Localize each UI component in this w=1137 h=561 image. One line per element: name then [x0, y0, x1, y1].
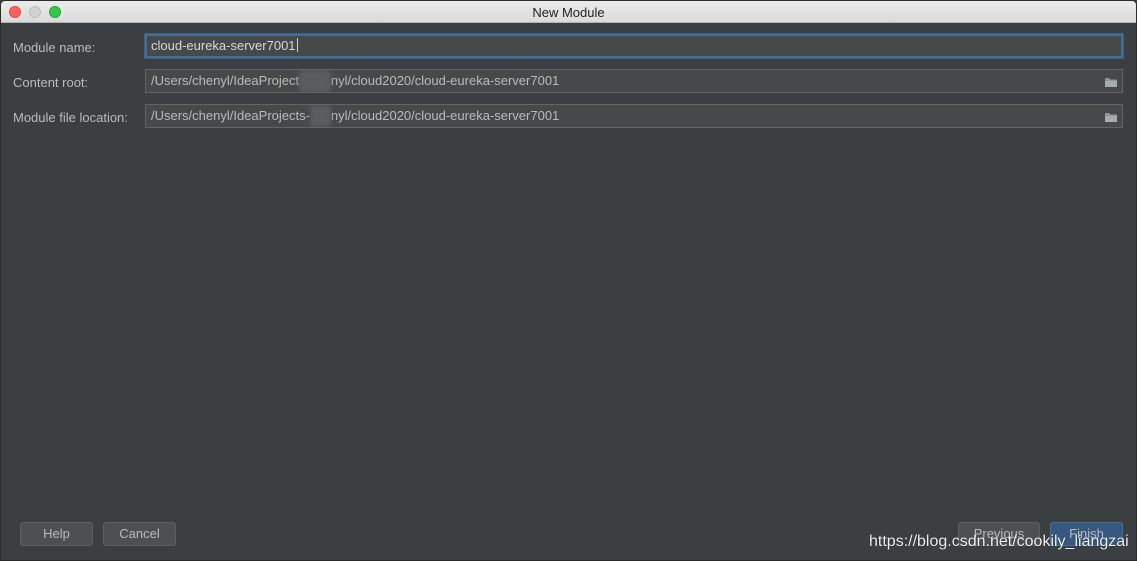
text-caret	[296, 38, 298, 52]
title-bar: New Module	[1, 1, 1136, 23]
help-button[interactable]: Help	[20, 522, 93, 546]
content-root-input[interactable]: /Users/chenyl/IdeaProjects-chenyl/cloud2…	[145, 69, 1123, 93]
content-root-label: Content root:	[13, 75, 89, 90]
module-file-location-value-suffix: nyl/cloud2020/cloud-eureka-server7001	[330, 108, 560, 123]
cancel-button[interactable]: Cancel	[103, 522, 176, 546]
new-module-dialog: New Module Module name: cloud-eureka-ser…	[0, 0, 1137, 561]
module-name-value: cloud-eureka-server7001	[151, 38, 296, 53]
module-file-location-value-prefix: /Users/chenyl/IdeaProjects-	[151, 108, 310, 123]
window-title: New Module	[532, 5, 605, 20]
module-file-location-label: Module file location:	[13, 110, 128, 125]
content-root-value-prefix: /Users/chenyl/IdeaProject	[151, 73, 300, 88]
content-root-redacted-text: s-che	[299, 70, 331, 92]
module-name-input[interactable]: cloud-eureka-server7001	[145, 34, 1123, 58]
content-root-value-suffix: nyl/cloud2020/cloud-eureka-server7001	[330, 73, 560, 88]
module-file-location-input[interactable]: /Users/chenyl/IdeaProjects-chenyl/cloud2…	[145, 104, 1123, 128]
module-name-label: Module name:	[13, 40, 96, 55]
module-file-location-redacted-text: che	[309, 105, 331, 127]
watermark-text: https://blog.csdn.net/cookily_liangzai	[869, 533, 1129, 550]
folder-icon[interactable]	[1104, 109, 1118, 123]
folder-icon[interactable]	[1104, 74, 1118, 88]
